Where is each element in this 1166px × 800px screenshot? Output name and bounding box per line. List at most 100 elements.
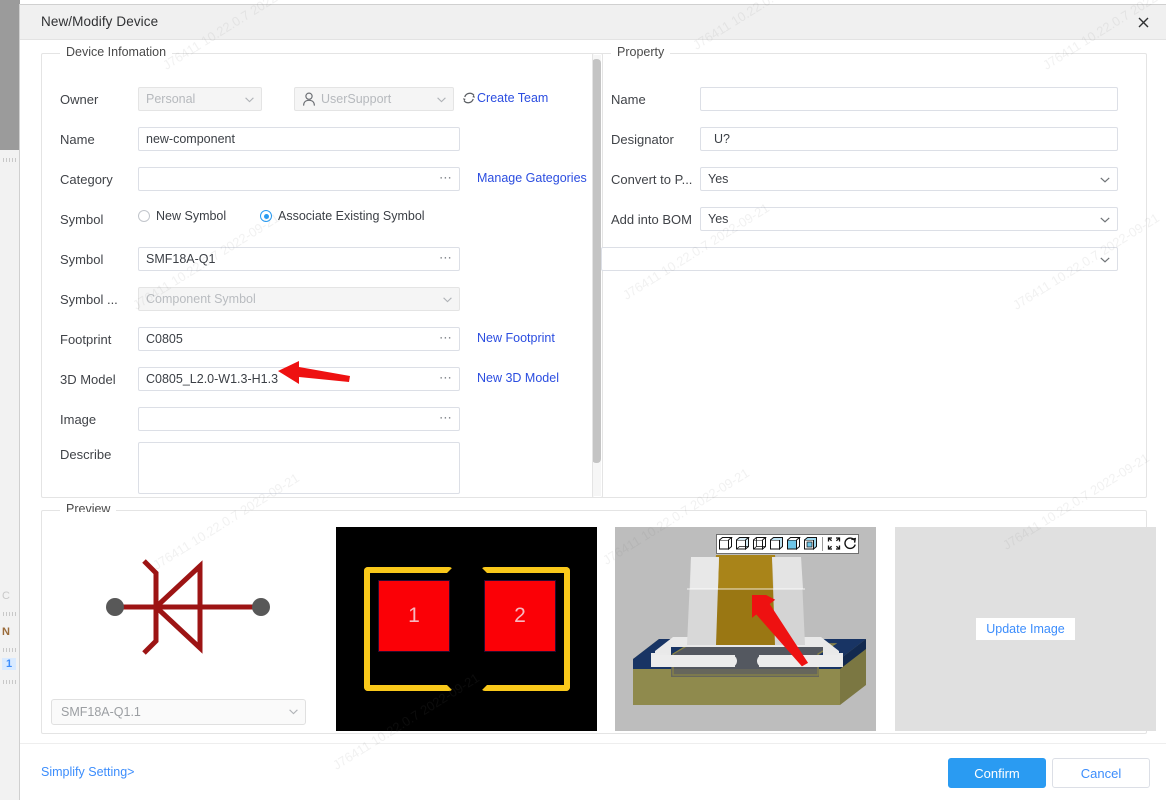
cube-view-right-icon[interactable] — [768, 536, 785, 552]
property-name-input[interactable] — [700, 87, 1118, 111]
ellipsis-icon[interactable]: ⋯ — [439, 408, 453, 430]
new-modify-device-dialog: New/Modify Device Device Infomation Owne… — [20, 5, 1166, 800]
symbol-preview-select[interactable]: SMF18A-Q1.1 — [51, 699, 306, 725]
convert-to-part-label: Convert to P... — [611, 172, 693, 187]
radio-new-symbol[interactable]: New Symbol — [138, 209, 226, 223]
name-label: Name — [60, 132, 95, 147]
chevron-down-icon — [437, 88, 446, 110]
describe-label: Describe — [60, 447, 112, 462]
footprint-input-value: C0805 — [146, 332, 183, 346]
ellipsis-icon[interactable]: ⋯ — [439, 248, 453, 270]
pad-2-label: 2 — [514, 604, 526, 627]
background-app-strip: C N 1 — [0, 0, 20, 800]
new-3d-model-link[interactable]: New 3D Model — [477, 371, 559, 385]
symbol-type-select[interactable]: Component Symbol — [138, 287, 460, 311]
dialog-titlebar: New/Modify Device — [20, 5, 1166, 40]
pad-2: 2 — [484, 580, 556, 652]
rotate-icon[interactable] — [842, 536, 858, 552]
cube-view-front-icon[interactable] — [751, 536, 768, 552]
background-dots-1 — [3, 158, 16, 162]
cube-view-bottom-icon[interactable] — [802, 536, 819, 552]
new-footprint-link[interactable]: New Footprint — [477, 331, 555, 345]
symbol-input[interactable]: SMF18A-Q1 ⋯ — [138, 247, 460, 271]
close-icon[interactable] — [1120, 5, 1166, 39]
toolbar-divider — [822, 537, 823, 551]
device-information-legend: Device Infomation — [60, 45, 173, 59]
model3d-input[interactable]: C0805_L2.0-W1.3-H1.3 ⋯ — [138, 367, 460, 391]
cube-view-top-icon[interactable] — [734, 536, 751, 552]
chevron-down-icon — [245, 88, 254, 110]
footprint-label: Footprint — [60, 332, 112, 347]
symbol-input-value: SMF18A-Q1 — [146, 252, 216, 266]
symbol-label: Symbol — [60, 252, 104, 267]
chevron-down-icon — [289, 700, 298, 724]
user-icon — [302, 92, 316, 108]
radio-associate-existing-symbol-label: Associate Existing Symbol — [278, 209, 425, 223]
chevron-down-icon — [1100, 168, 1110, 190]
name-input-value: new-component — [146, 132, 235, 146]
symbol-preview-select-value: SMF18A-Q1.1 — [61, 705, 141, 719]
owner-team-value: UserSupport — [321, 92, 392, 106]
dialog-footer: Simplify Setting> Confirm Cancel — [20, 743, 1166, 800]
background-char-n: N — [2, 626, 10, 638]
property-name-label: Name — [611, 92, 646, 107]
image-label: Image — [60, 412, 97, 427]
manage-categories-link[interactable]: Manage Gategories — [477, 171, 587, 185]
background-dots-2 — [3, 612, 16, 616]
designator-input[interactable]: U? — [700, 127, 1118, 151]
create-team-link[interactable]: Create Team — [477, 91, 548, 105]
footprint-input[interactable]: C0805 ⋯ — [138, 327, 460, 351]
model3d-label: 3D Model — [60, 372, 116, 387]
chevron-down-icon — [1100, 248, 1110, 270]
model3d-graphic — [633, 555, 866, 705]
cube-view-selected-icon[interactable] — [785, 536, 802, 552]
designator-value: U? — [714, 132, 730, 146]
ellipsis-icon[interactable]: ⋯ — [439, 368, 453, 390]
dialog-title: New/Modify Device — [41, 14, 159, 29]
category-input[interactable]: ⋯ — [138, 167, 460, 191]
preview-panel: Preview SMF18A-Q1.1 1 2 Update Image — [41, 502, 1156, 734]
symbol-mode-label: Symbol — [60, 212, 104, 227]
radio-dot-icon — [138, 210, 150, 222]
property-legend: Property — [611, 45, 671, 59]
model3d-input-value: C0805_L2.0-W1.3-H1.3 — [146, 372, 279, 386]
background-dots-4 — [3, 680, 16, 684]
fullscreen-icon[interactable] — [826, 536, 842, 552]
convert-to-part-select[interactable]: Yes — [700, 167, 1118, 191]
image-input[interactable]: ⋯ — [138, 407, 460, 431]
update-image-button[interactable]: Update Image — [976, 618, 1075, 640]
convert-to-part-value: Yes — [708, 172, 729, 186]
image-preview[interactable]: Update Image — [895, 527, 1156, 731]
cube-view-iso-icon[interactable] — [717, 536, 734, 552]
describe-textarea[interactable] — [138, 442, 460, 494]
model3d-preview[interactable] — [615, 527, 876, 731]
cancel-button[interactable]: Cancel — [1052, 758, 1150, 788]
owner-scope-value: Personal — [146, 92, 196, 106]
simplify-setting-link[interactable]: Simplify Setting> — [41, 765, 134, 779]
chevron-down-icon — [443, 288, 452, 310]
category-label: Category — [60, 172, 113, 187]
add-into-bom-select[interactable]: Yes — [700, 207, 1118, 231]
footprint-preview[interactable]: 1 2 — [336, 527, 597, 731]
refresh-icon[interactable] — [461, 90, 477, 111]
add-into-bom-value: Yes — [708, 212, 729, 226]
owner-scope-select[interactable]: Personal — [138, 87, 262, 111]
background-top-block — [0, 0, 20, 150]
desktop-backdrop: C N 1 New/Modify Device Device Infomatio… — [0, 0, 1166, 800]
background-char-1: 1 — [2, 658, 17, 670]
confirm-button[interactable]: Confirm — [948, 758, 1046, 788]
device-information-panel: Device Infomation Owner Personal UserSup… — [41, 45, 603, 498]
name-input[interactable]: new-component — [138, 127, 460, 151]
add-into-bom-label: Add into BOM — [611, 212, 692, 227]
property-panel: Property Name Designator U? Convert to P… — [592, 45, 1147, 498]
ellipsis-icon[interactable]: ⋯ — [439, 168, 453, 190]
owner-team-select[interactable]: UserSupport — [294, 87, 454, 111]
ellipsis-icon[interactable]: ⋯ — [439, 328, 453, 350]
designator-label: Designator — [611, 132, 674, 147]
radio-associate-existing-symbol[interactable]: Associate Existing Symbol — [260, 209, 425, 223]
radio-dot-icon — [260, 210, 272, 222]
property-extra-select[interactable] — [601, 247, 1118, 271]
pad-1-label: 1 — [408, 604, 420, 627]
model3d-toolbar — [716, 534, 859, 554]
pad-1: 1 — [378, 580, 450, 652]
